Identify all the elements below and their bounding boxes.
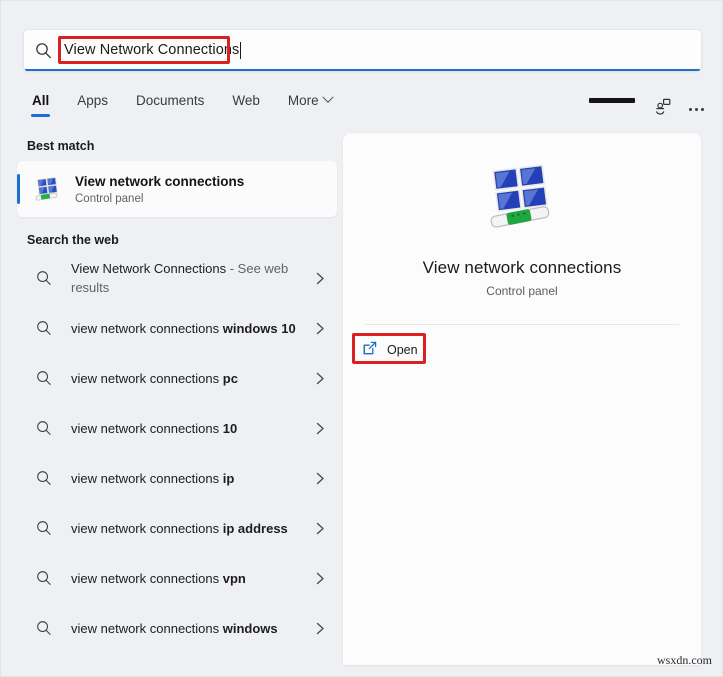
web-suggestions-list: View Network Connections - See web resul…	[17, 253, 337, 653]
network-connections-icon	[33, 174, 63, 204]
open-button-wrapper: Open	[352, 333, 441, 369]
search-icon	[29, 570, 59, 586]
web-suggestion-item[interactable]: view network connections ip	[17, 453, 337, 503]
windows-search-panel: View Network Connections All Apps Docume…	[0, 0, 723, 677]
redaction-bar	[589, 98, 635, 103]
search-icon	[29, 420, 59, 436]
search-input[interactable]: View Network Connections	[62, 42, 239, 58]
web-suggestion-label: view network connections pc	[71, 370, 238, 386]
tab-apps[interactable]: Apps	[76, 90, 109, 117]
preview-divider	[365, 324, 679, 325]
watermark: wsxdn.com	[657, 653, 712, 667]
web-suggestion-label: view network connections windows	[71, 620, 278, 636]
open-button-label: Open	[387, 343, 418, 357]
chevron-right-icon[interactable]	[313, 422, 327, 435]
search-bar-container: View Network Connections	[23, 29, 702, 71]
chevron-right-icon[interactable]	[313, 572, 327, 585]
web-suggestion-label: view network connections ip address	[71, 520, 288, 536]
tab-documents[interactable]: Documents	[135, 90, 205, 117]
web-suggestion-item[interactable]: view network connections 10	[17, 403, 337, 453]
web-suggestion-item[interactable]: view network connections ip address	[17, 503, 337, 553]
web-suggestion-item[interactable]: view network connections pc	[17, 353, 337, 403]
network-connections-icon	[483, 161, 561, 238]
search-icon	[29, 620, 59, 636]
tab-apps-label: Apps	[77, 92, 109, 108]
preview-subtitle: Control panel	[486, 284, 558, 298]
ellipsis-icon[interactable]	[689, 108, 704, 111]
selection-indicator	[17, 174, 20, 204]
chevron-right-icon[interactable]	[313, 522, 327, 535]
best-match-title: View network connections	[75, 173, 245, 189]
best-match-texts: View network connections Control panel	[75, 173, 244, 206]
tab-documents-label: Documents	[136, 92, 205, 108]
web-suggestion-item[interactable]: view network connections vpn	[17, 553, 337, 603]
open-button[interactable]: Open	[357, 339, 441, 361]
web-suggestion-item[interactable]: view network connections windows 10	[17, 303, 337, 353]
chevron-down-icon	[321, 91, 334, 103]
best-match-subtitle: Control panel	[75, 192, 144, 205]
chevron-right-icon[interactable]	[313, 622, 327, 635]
text-caret	[240, 41, 242, 59]
tab-more[interactable]: More	[287, 90, 334, 117]
web-suggestion-label: View Network Connections - See web resul…	[71, 261, 289, 295]
web-suggestion-label: view network connections windows 10	[71, 320, 296, 336]
tab-web-label: Web	[232, 92, 260, 108]
feedback-person-icon[interactable]	[649, 93, 675, 119]
tab-web[interactable]: Web	[231, 90, 261, 117]
search-icon	[29, 520, 59, 536]
best-match-result[interactable]: View network connections Control panel	[17, 161, 337, 217]
search-bar[interactable]: View Network Connections	[23, 29, 702, 71]
tab-more-label: More	[287, 92, 319, 108]
search-icon	[29, 370, 59, 386]
chevron-right-icon[interactable]	[313, 372, 327, 385]
chevron-right-icon[interactable]	[313, 472, 327, 485]
preview-title: View network connections	[422, 258, 622, 277]
header-actions	[589, 79, 704, 121]
preview-icon-wrapper	[343, 161, 701, 238]
search-icon	[29, 470, 59, 486]
tab-all[interactable]: All	[31, 90, 51, 117]
external-link-icon	[362, 340, 378, 361]
chevron-right-icon[interactable]	[313, 322, 327, 335]
web-suggestion-label: view network connections 10	[71, 420, 238, 436]
web-suggestion-label: view network connections vpn	[71, 570, 246, 586]
search-web-heading: Search the web	[27, 233, 119, 247]
web-suggestion-item[interactable]: view network connections windows	[17, 603, 337, 653]
web-suggestion-label: view network connections ip	[71, 470, 235, 486]
search-icon	[29, 270, 59, 286]
results-list: Best match View network connections Cont…	[17, 131, 337, 666]
search-input-wrapper[interactable]: View Network Connections	[58, 30, 701, 70]
best-match-heading: Best match	[27, 139, 95, 153]
search-icon	[24, 30, 62, 70]
web-suggestion-item[interactable]: View Network Connections - See web resul…	[17, 253, 337, 303]
search-icon	[29, 320, 59, 336]
tab-all-label: All	[32, 92, 50, 108]
filter-tabs: All Apps Documents Web More	[31, 87, 334, 119]
chevron-right-icon[interactable]	[313, 272, 327, 285]
preview-panel: View network connections Control panel O…	[343, 133, 701, 665]
